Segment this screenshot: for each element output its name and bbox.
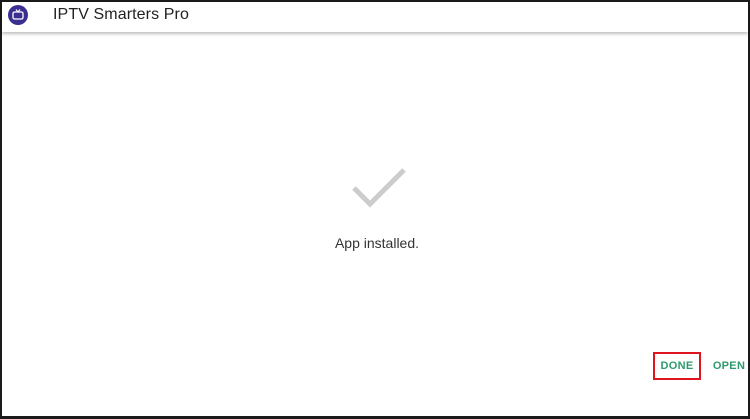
open-button[interactable]: OPEN xyxy=(708,352,750,380)
install-content: App installed. xyxy=(2,32,748,412)
iptv-app-icon xyxy=(8,5,28,25)
install-screen: IPTV Smarters Pro App installed. DONE OP… xyxy=(0,0,750,419)
app-bar: IPTV Smarters Pro xyxy=(2,0,748,32)
top-edge xyxy=(2,0,748,2)
checkmark-icon xyxy=(352,168,406,208)
tv-icon xyxy=(12,9,24,20)
done-button[interactable]: DONE xyxy=(653,352,701,380)
app-title: IPTV Smarters Pro xyxy=(53,6,189,23)
install-status-message: App installed. xyxy=(334,235,420,251)
